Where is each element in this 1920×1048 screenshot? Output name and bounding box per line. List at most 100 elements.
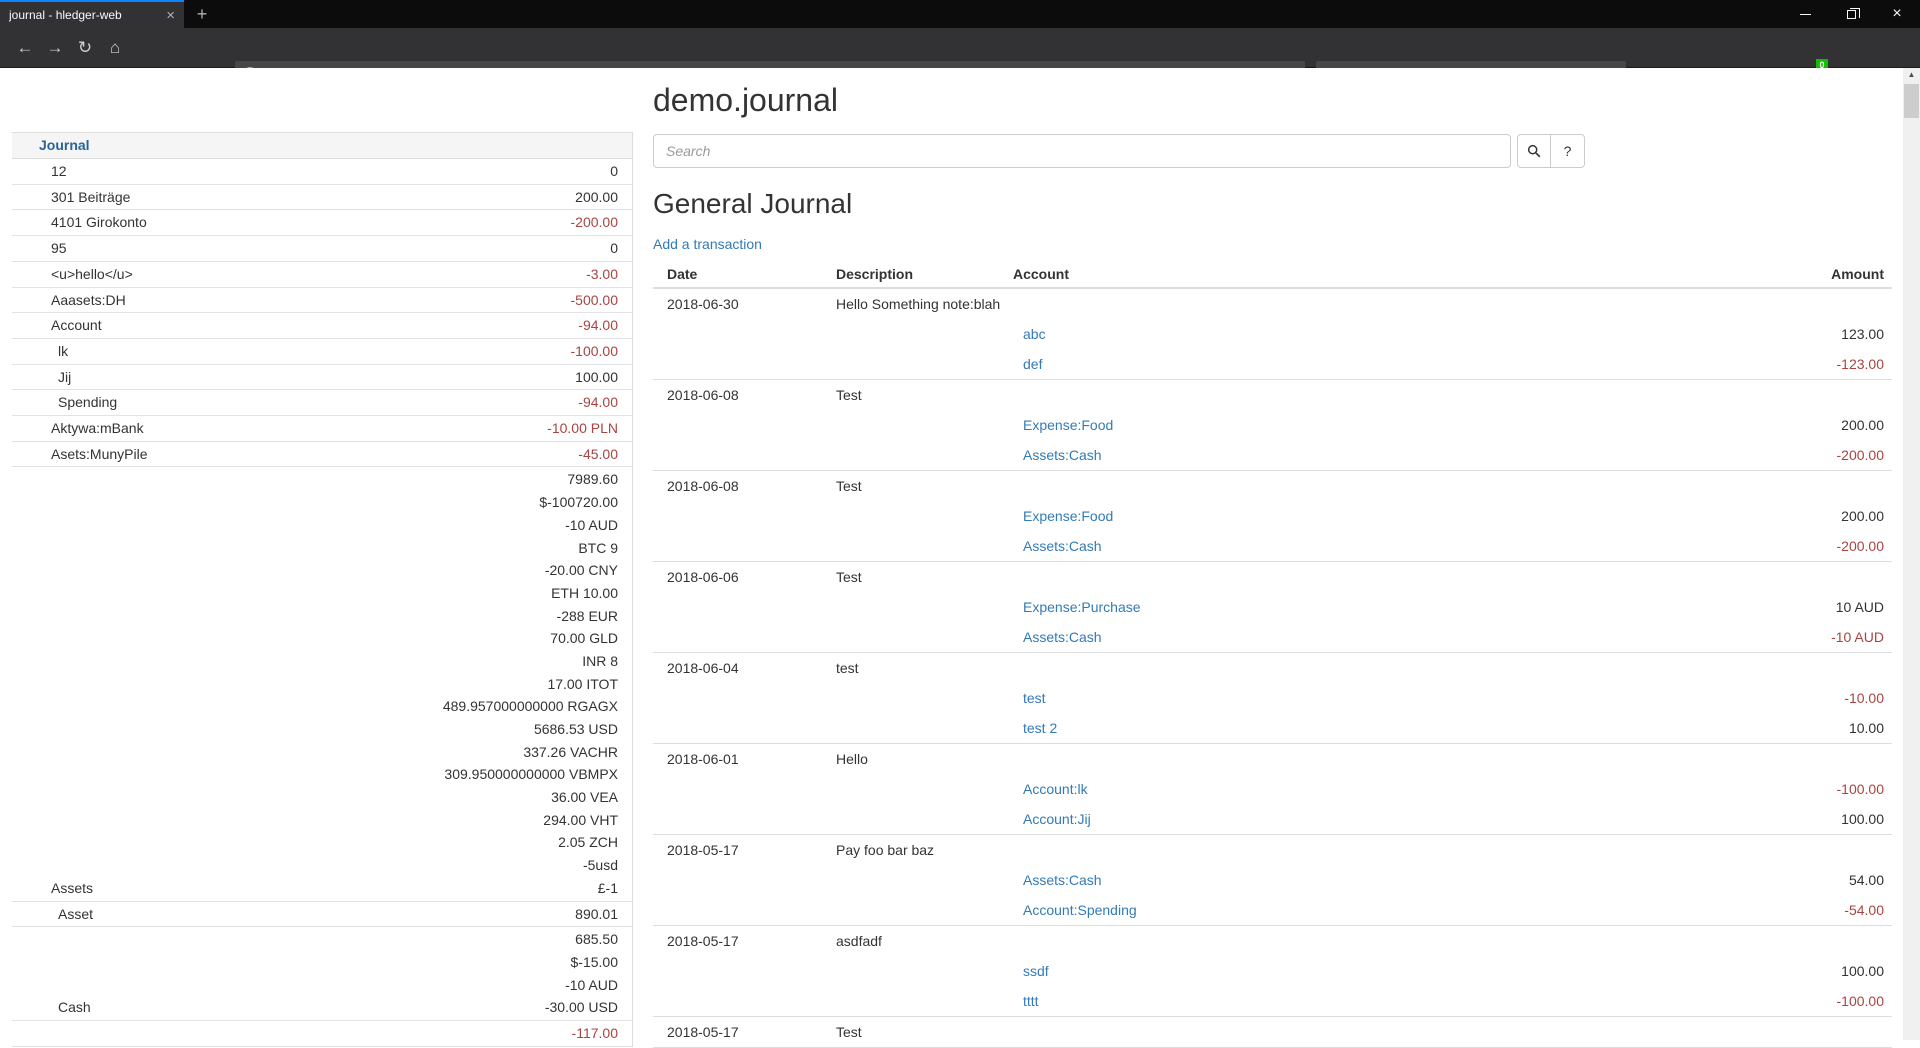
main-column: demo.journal ? General Journal Add a tra… (653, 68, 1892, 1048)
header-description: Description (836, 262, 1013, 287)
search-help-button[interactable]: ? (1551, 134, 1585, 168)
sidebar-account-balance: -3.00 (586, 263, 632, 286)
header-date: Date (653, 262, 836, 287)
posting-amount: -200.00 (1752, 440, 1892, 470)
section-title: General Journal (653, 188, 1892, 220)
posting-account-link[interactable]: Account:Spending (1013, 895, 1752, 925)
journal-search-input[interactable] (653, 134, 1511, 168)
balance-amount: 17.00 ITOT (443, 673, 618, 696)
sidebar-account-name[interactable]: <u>hello</u> (12, 263, 586, 286)
balance-amount: 0 (610, 160, 618, 183)
sidebar-account-balance: 100.00 (575, 366, 632, 389)
transaction-description: Test (836, 380, 1013, 410)
balance-amount: -100.00 (571, 340, 618, 363)
posting-account-link[interactable]: Assets:Cash (1013, 531, 1752, 561)
posting-account-link[interactable]: Assets:Cash (1013, 865, 1752, 895)
transaction-row: 2018-05-17Pay foo bar bazAssets:Cash54.0… (653, 835, 1892, 926)
new-tab-button[interactable]: + (190, 3, 214, 27)
sidebar-account-name[interactable]: Account (12, 314, 578, 337)
posting-amount: -54.00 (1752, 895, 1892, 925)
posting-row: tttt-100.00 (653, 986, 1892, 1016)
sidebar-account-name[interactable]: lk (12, 340, 571, 363)
transaction-description: asdfadf (836, 926, 1013, 956)
posting-row: Assets:Cash-200.00 (653, 531, 1892, 561)
posting-account-link[interactable]: test (1013, 683, 1752, 713)
posting-account-link[interactable]: test 2 (1013, 713, 1752, 743)
transaction-date: 2018-05-17 (653, 926, 836, 956)
sidebar-account-name[interactable]: 12 (12, 160, 610, 183)
transaction-row: 2018-06-08TestExpense:Food200.00Assets:C… (653, 380, 1892, 471)
balance-amount: £-1 (443, 877, 618, 900)
add-transaction-link[interactable]: Add a transaction (653, 236, 762, 252)
transaction-row: 2018-06-06TestExpense:Purchase10 AUDAsse… (653, 562, 1892, 653)
transaction-row: 2018-06-08TestExpense:Food200.00Assets:C… (653, 471, 1892, 562)
sidebar-account-balance: -94.00 (578, 391, 632, 414)
posting-account-link[interactable]: Expense:Food (1013, 501, 1752, 531)
posting-row: Assets:Cash-200.00 (653, 440, 1892, 470)
page-content: ▲ Journal 120301 Beiträge200.004101 Giro… (0, 68, 1920, 1040)
journal-search-button[interactable] (1517, 134, 1551, 168)
sidebar-account-name[interactable]: 95 (12, 237, 610, 260)
sidebar-account-name[interactable]: Aaasets:DH (12, 289, 571, 312)
home-button[interactable]: ⌂ (102, 36, 128, 60)
transaction-description: Test (836, 1017, 1013, 1047)
posting-account-link[interactable]: tttt (1013, 986, 1752, 1016)
posting-row: test-10.00 (653, 683, 1892, 713)
sidebar-account-balance: -200.00 (571, 211, 632, 234)
sidebar-account-row: -117.00 (12, 1021, 632, 1047)
posting-account-link[interactable]: Expense:Food (1013, 410, 1752, 440)
window-restore-button[interactable] (1828, 0, 1874, 28)
page-scrollbar[interactable]: ▲ (1903, 68, 1920, 1040)
forward-button[interactable]: → (42, 36, 68, 60)
sidebar-account-name[interactable]: Asets:MunyPile (12, 443, 578, 466)
sidebar-account-name[interactable]: Spending (12, 391, 578, 414)
window-close-button[interactable]: × (1874, 0, 1920, 28)
sidebar-account-name[interactable]: Asset (12, 903, 575, 926)
sidebar-account-balance: 0 (610, 160, 632, 183)
sidebar-account-row: Aaasets:DH-500.00 (12, 288, 632, 314)
sidebar-account-name[interactable]: 4101 Girokonto (12, 211, 571, 234)
posting-account-link[interactable]: ssdf (1013, 956, 1752, 986)
balance-amount: 309.950000000000 VBMPX (443, 763, 618, 786)
posting-row: Expense:Purchase10 AUD (653, 592, 1892, 622)
balance-amount: -3.00 (586, 263, 618, 286)
balance-amount: -5usd (443, 854, 618, 877)
sidebar-account-name[interactable]: Assets (12, 877, 443, 900)
scrollbar-up-icon[interactable]: ▲ (1903, 70, 1920, 79)
balance-amount: 0 (610, 237, 618, 260)
balance-amount: 294.00 VHT (443, 809, 618, 832)
posting-account-link[interactable]: Assets:Cash (1013, 622, 1752, 652)
sidebar-journal-link[interactable]: Journal (39, 137, 90, 153)
posting-amount: -100.00 (1752, 774, 1892, 804)
balance-amount: 890.01 (575, 903, 618, 926)
sidebar-account-name[interactable]: Cash (12, 996, 545, 1019)
posting-row: Account:lk-100.00 (653, 774, 1892, 804)
window-minimize-button[interactable] (1782, 0, 1828, 28)
tab-close-icon[interactable]: × (163, 8, 178, 23)
browser-tab-active[interactable]: journal - hledger-web × (0, 0, 184, 28)
posting-amount: 200.00 (1752, 501, 1892, 531)
posting-account-link[interactable]: Account:lk (1013, 774, 1752, 804)
posting-amount: -100.00 (1752, 986, 1892, 1016)
sidebar-account-row: Cash685.50$-15.00-10 AUD-30.00 USD (12, 927, 632, 1021)
posting-account-link[interactable]: abc (1013, 319, 1752, 349)
sidebar-account-row: 120 (12, 159, 632, 185)
posting-amount: 100.00 (1752, 804, 1892, 834)
minimize-icon (1800, 14, 1811, 15)
balance-amount: -10 AUD (545, 974, 618, 997)
posting-account-link[interactable]: Account:Jij (1013, 804, 1752, 834)
reload-button[interactable]: ↻ (72, 36, 98, 60)
posting-account-link[interactable]: def (1013, 349, 1752, 379)
sidebar-account-name[interactable]: Aktywa:mBank (12, 417, 547, 440)
sidebar-account-name[interactable]: Jij (12, 366, 575, 389)
transaction-row: 2018-06-04testtest-10.00test 210.00 (653, 653, 1892, 744)
posting-account-link[interactable]: Expense:Purchase (1013, 592, 1752, 622)
balance-amount: INR 8 (443, 650, 618, 673)
transaction-row: 2018-05-17Test (653, 1017, 1892, 1048)
sidebar-account-name[interactable]: 301 Beiträge (12, 186, 575, 209)
balance-amount: 36.00 VEA (443, 786, 618, 809)
sidebar-account-row: Jij100.00 (12, 365, 632, 391)
scrollbar-thumb[interactable] (1904, 84, 1919, 118)
back-button[interactable]: ← (12, 36, 38, 60)
posting-account-link[interactable]: Assets:Cash (1013, 440, 1752, 470)
